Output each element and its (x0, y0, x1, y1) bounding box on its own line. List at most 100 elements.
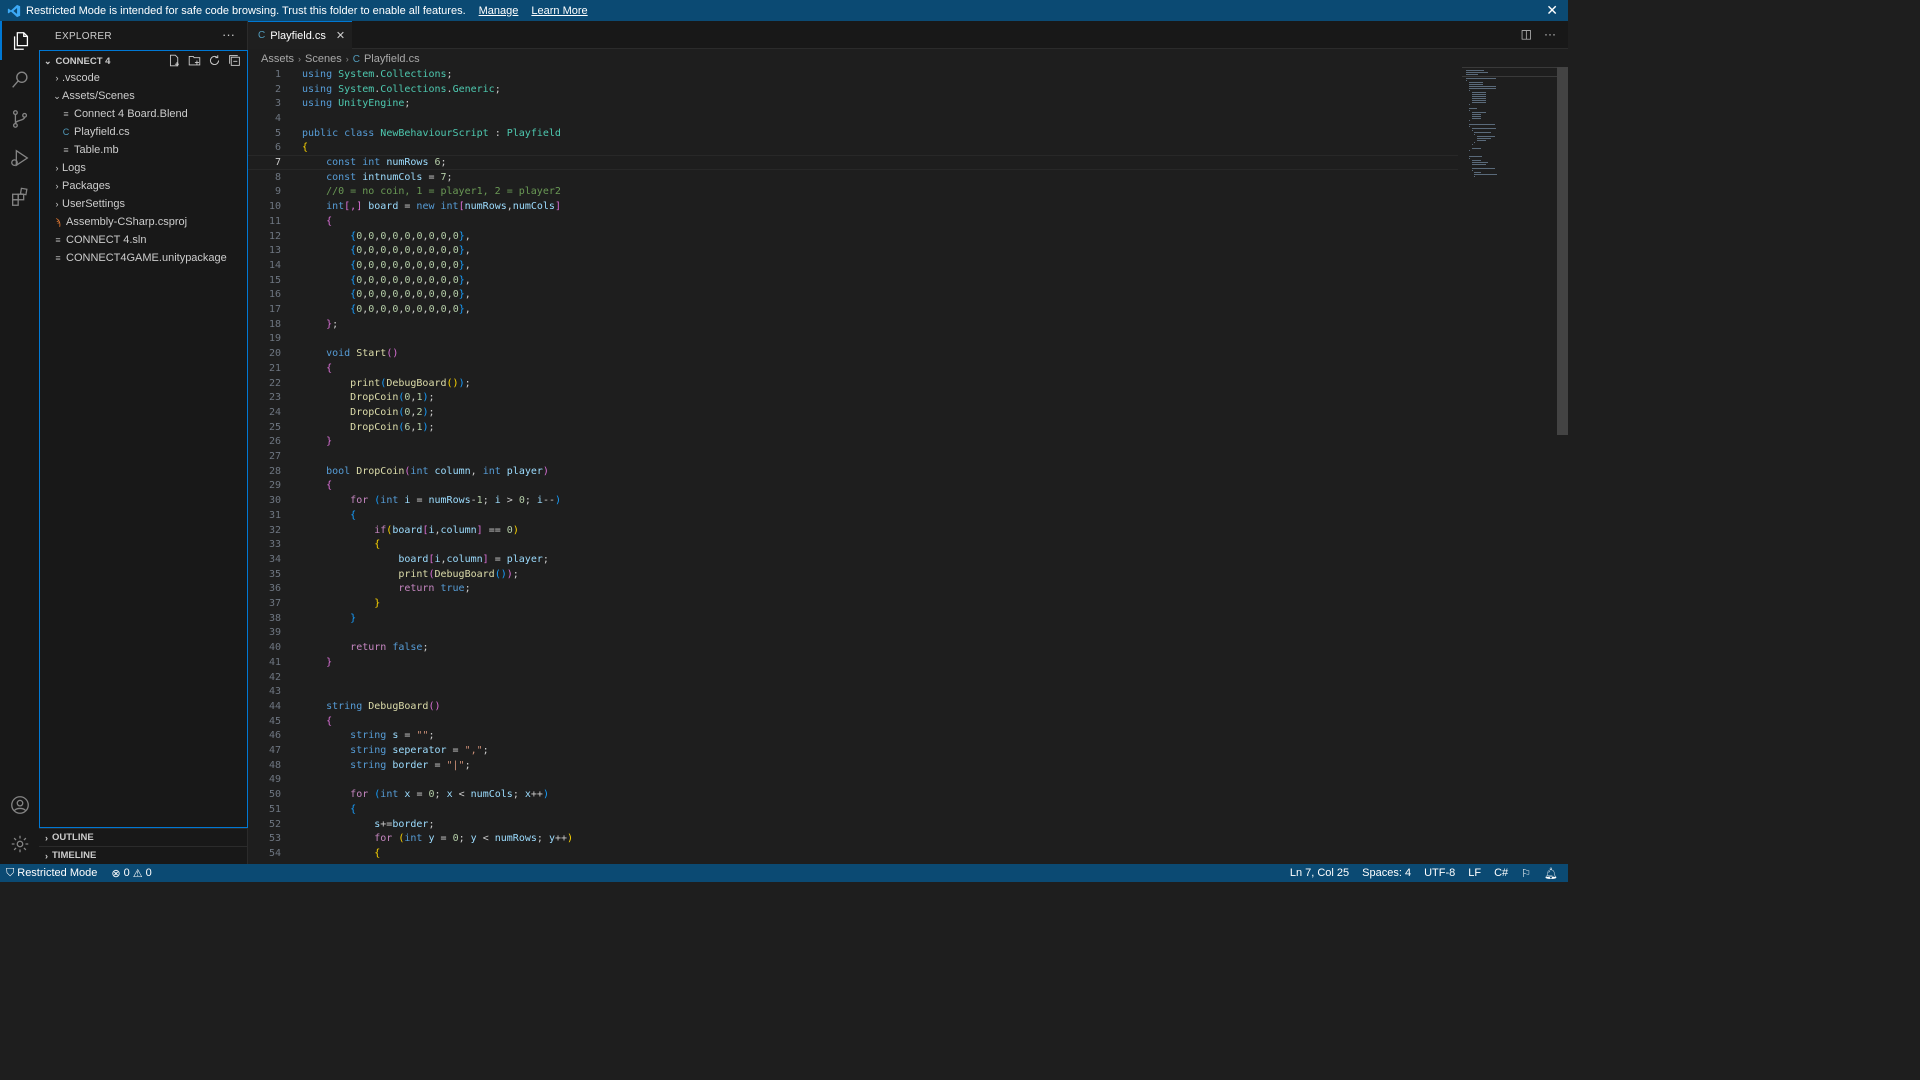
code-line[interactable]: 36 return true; (248, 582, 1458, 597)
close-tab-icon[interactable]: ✕ (336, 29, 345, 42)
tree-item-usersettings[interactable]: › UserSettings (52, 195, 125, 213)
code-line[interactable]: 37 } (248, 596, 1458, 611)
code-line[interactable]: 8 const intnumCols = 7; (248, 170, 1458, 185)
code-line[interactable]: 47 string seperator = ","; (248, 743, 1458, 758)
code-line[interactable]: 12 {0,0,0,0,0,0,0,0,0}, (248, 229, 1458, 244)
code-line[interactable]: 45 { (248, 714, 1458, 729)
accounts-activity-button[interactable] (0, 785, 39, 824)
code-line[interactable]: 34 board[i,column] = player; (248, 552, 1458, 567)
language-mode[interactable]: C# (1494, 867, 1508, 879)
code-line[interactable]: 10 int[,] board = new int[numRows,numCol… (248, 199, 1458, 214)
code-line[interactable]: 28 bool DropCoin(int column, int player) (248, 464, 1458, 479)
feedback-icon[interactable]: ⚐ (1521, 867, 1531, 880)
problems-indicator[interactable]: ⊗ 0 ⚠ 0 (111, 867, 151, 880)
tree-item-assembly-csproj[interactable]: ϡ Assembly-CSharp.csproj (52, 213, 187, 231)
refresh-icon[interactable] (207, 53, 221, 67)
code-line[interactable]: 6{ (248, 141, 1458, 156)
breadcrumb-item[interactable]: Scenes (305, 53, 342, 65)
tree-item-connect4game-unitypackage[interactable]: ≡ CONNECT4GAME.unitypackage (52, 249, 226, 267)
tree-item-assets-scenes[interactable]: ⌄ Assets/Scenes (52, 87, 135, 105)
code-line[interactable]: 41 } (248, 655, 1458, 670)
code-line[interactable]: 40 return false; (248, 640, 1458, 655)
new-folder-icon[interactable] (187, 53, 201, 67)
manage-link[interactable]: Manage (479, 5, 519, 17)
code-line[interactable]: 9 //0 = no coin, 1 = player1, 2 = player… (248, 185, 1458, 200)
code-line[interactable]: 17 {0,0,0,0,0,0,0,0,0}, (248, 302, 1458, 317)
code-line[interactable]: 26 } (248, 435, 1458, 450)
code-line[interactable]: 32 if(board[i,column] == 0) (248, 523, 1458, 538)
code-line[interactable]: 3 using UnityEngine; (248, 96, 1458, 111)
code-line[interactable]: 13 {0,0,0,0,0,0,0,0,0}, (248, 243, 1458, 258)
workspace-folder-header[interactable]: ⌄ CONNECT 4 (44, 53, 110, 69)
tab-playfield-cs[interactable]: C Playfield.cs ✕ (248, 21, 352, 49)
code-line[interactable]: 35 print(DebugBoard()); (248, 567, 1458, 582)
tree-item-logs[interactable]: › Logs (52, 159, 86, 177)
code-line[interactable]: 42 (248, 670, 1458, 685)
code-line[interactable]: 43 (248, 684, 1458, 699)
code-line[interactable]: 31 { (248, 508, 1458, 523)
breadcrumb-item[interactable]: Assets (261, 53, 294, 65)
tree-item-playfield-cs[interactable]: C Playfield.cs (60, 123, 130, 141)
code-line[interactable]: 15 {0,0,0,0,0,0,0,0,0}, (248, 273, 1458, 288)
code-line[interactable]: 51 { (248, 802, 1458, 817)
learn-more-link[interactable]: Learn More (531, 5, 587, 17)
indentation[interactable]: Spaces: 4 (1362, 867, 1411, 879)
code-line[interactable]: 22 print(DebugBoard()); (248, 376, 1458, 391)
search-activity-button[interactable] (0, 60, 39, 99)
manage-activity-button[interactable] (0, 824, 39, 863)
code-line[interactable]: 7 const int numRows 6; (248, 155, 1458, 170)
code-line[interactable]: 1 using System.Collections; (248, 67, 1458, 82)
code-line[interactable]: 24 DropCoin(0,2); (248, 405, 1458, 420)
tree-item-connect4-sln[interactable]: ≡ CONNECT 4.sln (52, 231, 146, 249)
timeline-section-header[interactable]: › TIMELINE (39, 846, 248, 864)
collapse-all-icon[interactable] (227, 53, 241, 67)
code-line[interactable]: 39 (248, 626, 1458, 641)
code-line[interactable]: 33 { (248, 537, 1458, 552)
new-file-icon[interactable] (167, 53, 181, 67)
extensions-activity-button[interactable] (0, 177, 39, 216)
code-line[interactable]: 29 { (248, 479, 1458, 494)
code-line[interactable]: 16 {0,0,0,0,0,0,0,0,0}, (248, 288, 1458, 303)
code-line[interactable]: 38 } (248, 611, 1458, 626)
code-line[interactable]: 2 using System.Collections.Generic; (248, 82, 1458, 97)
code-line[interactable]: 49 (248, 773, 1458, 788)
code-line[interactable]: 20 void Start() (248, 346, 1458, 361)
code-line[interactable]: 18 }; (248, 317, 1458, 332)
tree-item-table-mb[interactable]: ≡ Table.mb (60, 141, 118, 159)
outline-section-header[interactable]: › OUTLINE (39, 828, 248, 846)
bell-icon[interactable]: 🔔︎ (1544, 867, 1558, 880)
close-banner-icon[interactable]: ✕ (1546, 2, 1558, 19)
breadcrumb-item[interactable]: Playfield.cs (364, 53, 420, 65)
restricted-mode-indicator[interactable]: ⛉ Restricted Mode (6, 867, 97, 880)
code-line[interactable]: 50 for (int x = 0; x < numCols; x++) (248, 787, 1458, 802)
code-line[interactable]: 53 for (int y = 0; y < numRows; y++) (248, 831, 1458, 846)
code-line[interactable]: 11 { (248, 214, 1458, 229)
code-line[interactable]: 19 (248, 332, 1458, 347)
code-line[interactable]: 54 { (248, 846, 1458, 861)
run-debug-activity-button[interactable] (0, 138, 39, 177)
code-line[interactable]: 14 {0,0,0,0,0,0,0,0,0}, (248, 258, 1458, 273)
tree-item-connect4-board-blend[interactable]: ≡ Connect 4 Board.Blend (60, 105, 187, 123)
cursor-position[interactable]: Ln 7, Col 25 (1290, 867, 1349, 879)
code-editor[interactable]: 1 using System.Collections; 2 using System.… (248, 67, 1458, 864)
end-of-line[interactable]: LF (1468, 867, 1481, 879)
tree-item-packages[interactable]: › Packages (52, 177, 111, 195)
encoding[interactable]: UTF-8 (1424, 867, 1455, 879)
code-line[interactable]: 4 (248, 111, 1458, 126)
code-line[interactable]: 30 for (int i = numRows-1; i > 0; i--) (248, 493, 1458, 508)
more-actions-icon[interactable]: ··· (1544, 27, 1556, 41)
code-line[interactable]: 48 string border = "|"; (248, 758, 1458, 773)
vertical-scrollbar[interactable] (1557, 67, 1568, 435)
code-line[interactable]: 46 string s = ""; (248, 729, 1458, 744)
code-line[interactable]: 23 DropCoin(0,1); (248, 390, 1458, 405)
more-actions-icon[interactable]: ··· (222, 27, 235, 42)
code-line[interactable]: 25 DropCoin(6,1); (248, 420, 1458, 435)
code-line[interactable]: 52 s+=border; (248, 817, 1458, 832)
source-control-activity-button[interactable] (0, 99, 39, 138)
code-line[interactable]: 44 string DebugBoard() (248, 699, 1458, 714)
split-editor-icon[interactable]: ◫ (1521, 27, 1532, 41)
code-line[interactable]: 5 public class NewBehaviourScript : Playf… (248, 126, 1458, 141)
explorer-activity-button[interactable] (0, 21, 39, 60)
tree-item-vscode[interactable]: › .vscode (52, 69, 100, 87)
code-line[interactable]: 27 (248, 449, 1458, 464)
